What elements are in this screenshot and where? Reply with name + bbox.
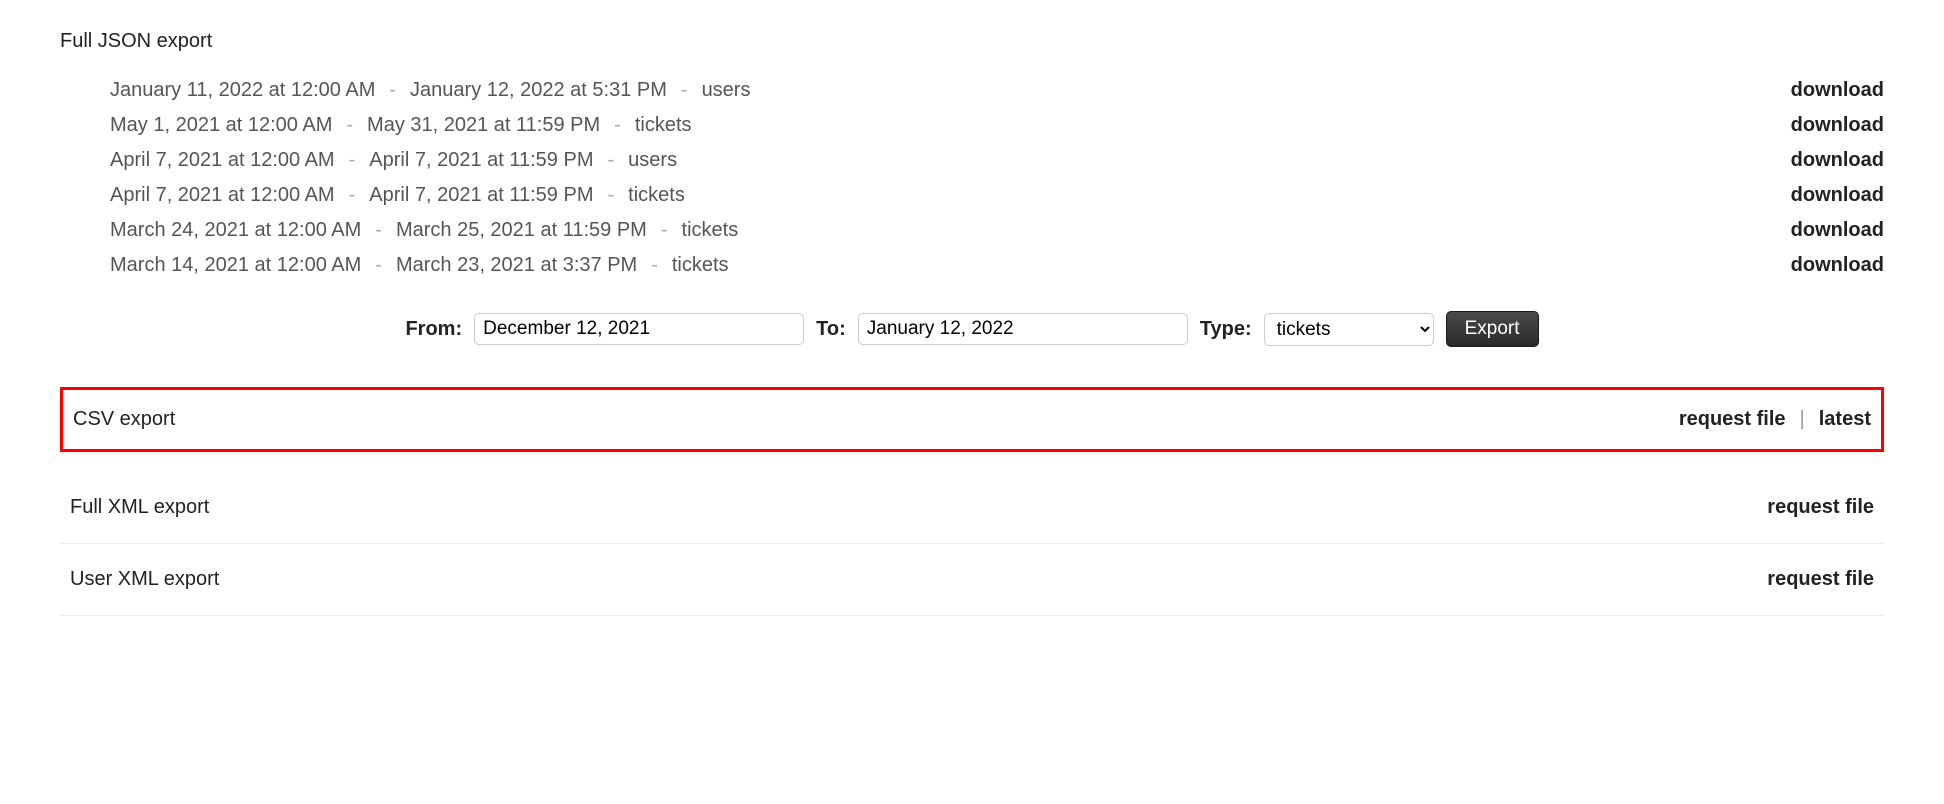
export-type: tickets: [635, 114, 692, 137]
export-form: From: To: Type: tickets Export: [60, 311, 1884, 347]
export-start-date: March 24, 2021 at 12:00 AM: [110, 219, 361, 242]
to-label: To:: [816, 318, 846, 341]
separator-dash: -: [661, 219, 668, 242]
export-start-date: May 1, 2021 at 12:00 AM: [110, 114, 332, 137]
separator-dash: -: [349, 184, 356, 207]
separator-dash: -: [614, 114, 621, 137]
export-end-date: April 7, 2021 at 11:59 PM: [369, 149, 593, 172]
export-end-date: May 31, 2021 at 11:59 PM: [367, 114, 600, 137]
csv-export-title: CSV export: [73, 408, 175, 431]
separator-dash: -: [375, 219, 382, 242]
export-row: March 14, 2021 at 12:00 AM - March 23, 2…: [110, 248, 1884, 283]
separator-dash: -: [681, 79, 688, 102]
export-end-date: March 23, 2021 at 3:37 PM: [396, 254, 637, 277]
export-row: January 11, 2022 at 12:00 AM - January 1…: [110, 73, 1884, 108]
type-select[interactable]: tickets: [1264, 313, 1434, 346]
export-start-date: April 7, 2021 at 12:00 AM: [110, 184, 335, 207]
separator-dash: -: [651, 254, 658, 277]
export-row: March 24, 2021 at 12:00 AM - March 25, 2…: [110, 213, 1884, 248]
download-link[interactable]: download: [1791, 184, 1884, 207]
user-xml-export-row: User XML export request file: [60, 544, 1884, 616]
full-xml-export-row: Full XML export request file: [60, 472, 1884, 544]
export-type: users: [702, 79, 751, 102]
export-row: April 7, 2021 at 12:00 AM - April 7, 202…: [110, 178, 1884, 213]
download-link[interactable]: download: [1791, 149, 1884, 172]
separator-dash: -: [346, 114, 353, 137]
export-type: users: [628, 149, 677, 172]
separator-dash: -: [389, 79, 396, 102]
from-label: From:: [405, 318, 462, 341]
export-end-date: March 25, 2021 at 11:59 PM: [396, 219, 647, 242]
download-link[interactable]: download: [1791, 114, 1884, 137]
export-type: tickets: [628, 184, 685, 207]
xml-export-title: Full XML export: [70, 496, 209, 519]
from-date-input[interactable]: [474, 313, 804, 345]
latest-link[interactable]: latest: [1819, 408, 1871, 431]
download-link[interactable]: download: [1791, 219, 1884, 242]
csv-export-row-highlighted: CSV export request file | latest: [60, 387, 1884, 452]
export-end-date: April 7, 2021 at 11:59 PM: [369, 184, 593, 207]
export-end-date: January 12, 2022 at 5:31 PM: [410, 79, 667, 102]
download-link[interactable]: download: [1791, 254, 1884, 277]
export-start-date: April 7, 2021 at 12:00 AM: [110, 149, 335, 172]
export-row: April 7, 2021 at 12:00 AM - April 7, 202…: [110, 143, 1884, 178]
request-file-link[interactable]: request file: [1679, 408, 1786, 431]
request-file-link[interactable]: request file: [1767, 568, 1874, 591]
separator-dash: -: [607, 184, 614, 207]
json-export-title: Full JSON export: [60, 30, 1884, 53]
separator-dash: -: [375, 254, 382, 277]
download-link[interactable]: download: [1791, 79, 1884, 102]
export-row: May 1, 2021 at 12:00 AM - May 31, 2021 a…: [110, 108, 1884, 143]
user-xml-export-title: User XML export: [70, 568, 219, 591]
to-date-input[interactable]: [858, 313, 1188, 345]
export-type: tickets: [682, 219, 739, 242]
export-list: January 11, 2022 at 12:00 AM - January 1…: [110, 73, 1884, 283]
export-start-date: March 14, 2021 at 12:00 AM: [110, 254, 361, 277]
export-button[interactable]: Export: [1446, 311, 1539, 347]
export-start-date: January 11, 2022 at 12:00 AM: [110, 79, 375, 102]
request-file-link[interactable]: request file: [1767, 496, 1874, 519]
separator-pipe: |: [1800, 408, 1805, 431]
type-label: Type:: [1200, 318, 1252, 341]
separator-dash: -: [349, 149, 356, 172]
export-type: tickets: [672, 254, 729, 277]
separator-dash: -: [607, 149, 614, 172]
section-full-json-export: Full JSON export January 11, 2022 at 12:…: [60, 30, 1884, 347]
